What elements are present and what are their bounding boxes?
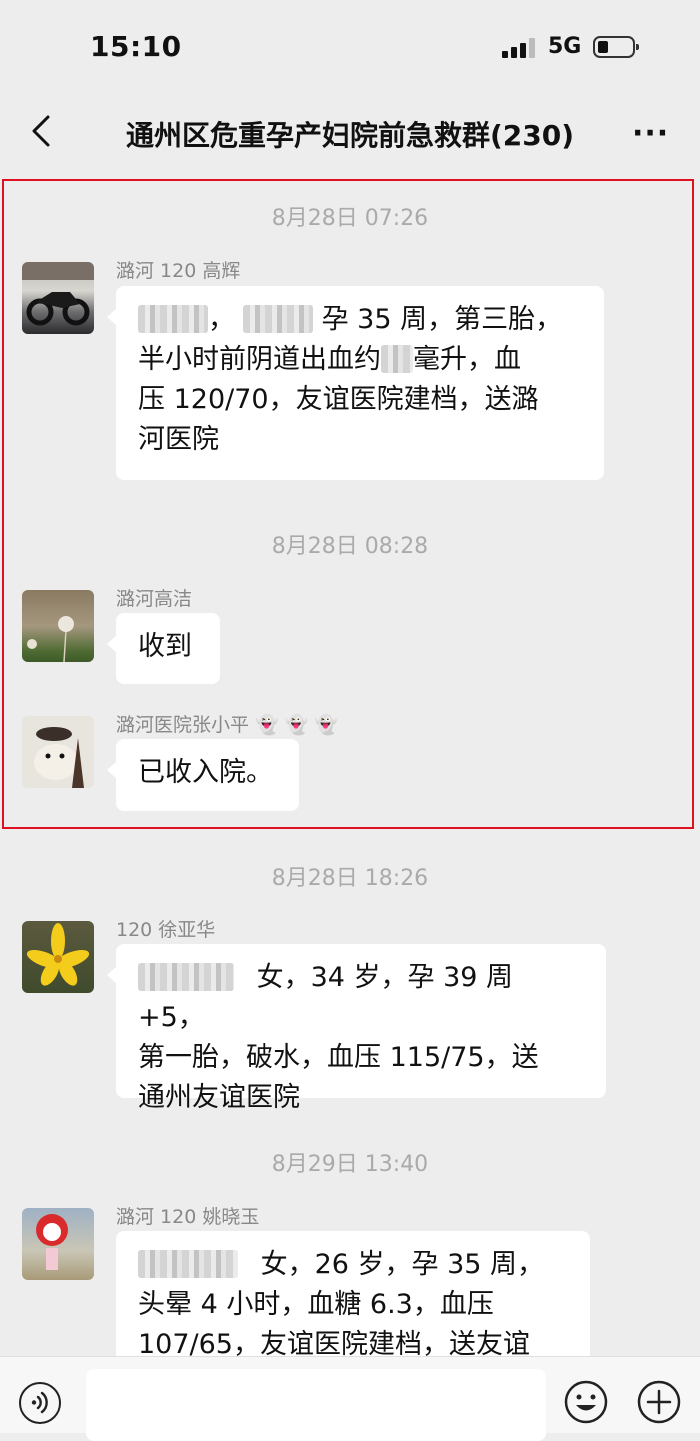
status-time: 15:10 <box>90 30 182 63</box>
avatar-hellokitty[interactable] <box>22 1208 94 1280</box>
emoji-icon[interactable] <box>563 1379 609 1425</box>
chat-title[interactable]: 通州区危重孕产妇院前急救群(230) <box>0 114 700 154</box>
highlight-box <box>2 179 694 829</box>
voice-icon[interactable] <box>19 1382 61 1424</box>
status-bar: 15:10 5G <box>0 0 700 96</box>
plus-icon[interactable] <box>636 1379 682 1425</box>
avatar-motorcycle[interactable] <box>22 262 94 334</box>
sender-name: 潞河医院张小平 👻 👻 👻 <box>116 714 339 736</box>
sender-name: 潞河高洁 <box>116 588 193 610</box>
avatar-lily[interactable] <box>22 921 94 993</box>
message-input[interactable] <box>86 1369 546 1441</box>
more-dots-icon[interactable]: ··· <box>632 119 669 149</box>
network-type: 5G <box>548 34 582 59</box>
message-timestamp: 8月28日 08:28 <box>271 534 429 559</box>
message-timestamp: 8月29日 13:40 <box>271 1152 429 1177</box>
avatar-dog[interactable] <box>22 716 94 788</box>
battery-icon <box>593 36 639 58</box>
message-timestamp: 8月28日 18:26 <box>271 866 429 891</box>
sender-name: 潞河 120 姚晓玉 <box>116 1206 260 1228</box>
sender-name: 120 徐亚华 <box>116 919 216 941</box>
message-bubble[interactable]: 女，26 岁，孕 35 周， 头晕 4 小时，血糖 6.3，血压 107/65，… <box>116 1231 590 1366</box>
message-bubble[interactable]: ， 孕 35 周，第三胎， 半小时前阴道出血约 毫升，血 压 120/70，友谊医… <box>107 286 604 480</box>
message-bubble[interactable]: 收到 <box>107 613 220 684</box>
chat-header: 通州区危重孕产妇院前急救群(230) ··· <box>0 96 700 168</box>
message-timestamp: 8月28日 07:26 <box>271 206 429 231</box>
sender-name: 潞河 120 高辉 <box>116 260 241 282</box>
message-bubble[interactable]: 女，34 岁，孕 39 周 +5， 第一胎，破水，血压 115/75，送 通州友… <box>107 944 606 1113</box>
avatar-dandelion[interactable] <box>22 590 94 662</box>
input-bar <box>0 1356 700 1441</box>
signal-icon <box>502 38 536 58</box>
message-bubble[interactable]: 已收入院。 <box>107 739 299 811</box>
